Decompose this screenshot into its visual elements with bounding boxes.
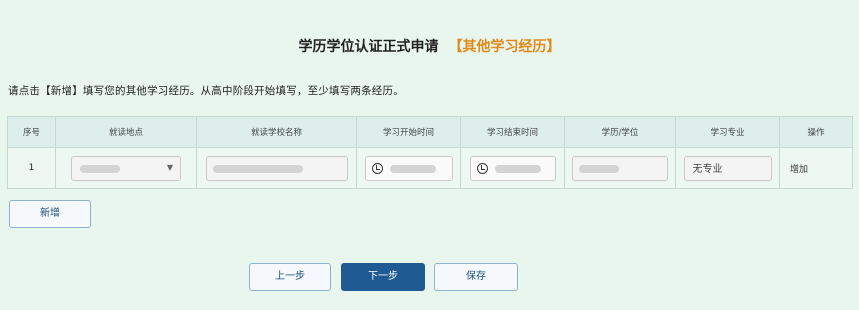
school-value — [212, 164, 303, 173]
clock-icon — [371, 162, 383, 174]
page-title: 学历学位认证正式申请 【其他学习经历】 — [0, 36, 859, 56]
school-cell — [196, 147, 357, 189]
start-date-input[interactable] — [364, 155, 453, 181]
major-input[interactable]: 无专业 — [683, 155, 772, 181]
col-header-school: 就读学校名称 — [196, 116, 357, 148]
col-header-action: 操作 — [779, 116, 853, 148]
page-subtitle: 【其他学习经历】 — [448, 39, 561, 55]
col-header-start: 学习开始时间 — [356, 116, 461, 148]
chevron-down-icon: ▼ — [166, 162, 173, 172]
school-input[interactable] — [205, 155, 348, 181]
major-cell: 无专业 — [675, 147, 780, 189]
degree-value — [579, 164, 619, 173]
col-header-degree: 学历/学位 — [564, 116, 676, 148]
add-button[interactable]: 新增 — [9, 200, 91, 228]
end-date-input[interactable] — [469, 155, 556, 181]
row-index: 1 — [7, 147, 56, 189]
col-header-index: 序号 — [7, 116, 56, 148]
save-button[interactable]: 保存 — [434, 263, 518, 291]
col-header-end: 学习结束时间 — [460, 116, 565, 148]
next-step-button[interactable]: 下一步 — [341, 263, 425, 291]
row-add-action[interactable]: 增加 — [779, 147, 853, 189]
page-title-main: 学历学位认证正式申请 — [298, 39, 439, 55]
study-history-table: 序号 就读地点 就读学校名称 学习开始时间 学习结束时间 学历/学位 学习专业 … — [7, 116, 853, 189]
prev-step-button[interactable]: 上一步 — [249, 263, 331, 291]
instruction-text: 请点击【新增】填写您的其他学习经历。从高中阶段开始填写，至少填写两条经历。 — [8, 85, 404, 97]
location-cell: ▼ — [55, 147, 197, 189]
end-cell — [460, 147, 565, 189]
location-select[interactable]: ▼ — [71, 155, 181, 181]
degree-input[interactable] — [572, 155, 668, 181]
start-date-value — [389, 164, 436, 173]
end-date-value — [494, 164, 541, 173]
table-header-row: 序号 就读地点 就读学校名称 学习开始时间 学习结束时间 学历/学位 学习专业 … — [7, 116, 853, 148]
col-header-major: 学习专业 — [675, 116, 780, 148]
clock-icon — [476, 162, 488, 174]
degree-cell — [564, 147, 676, 189]
start-cell — [356, 147, 461, 189]
location-value — [80, 164, 120, 173]
table-row: 1 ▼ 无专业 增加 — [7, 147, 853, 189]
col-header-location: 就读地点 — [55, 116, 197, 148]
